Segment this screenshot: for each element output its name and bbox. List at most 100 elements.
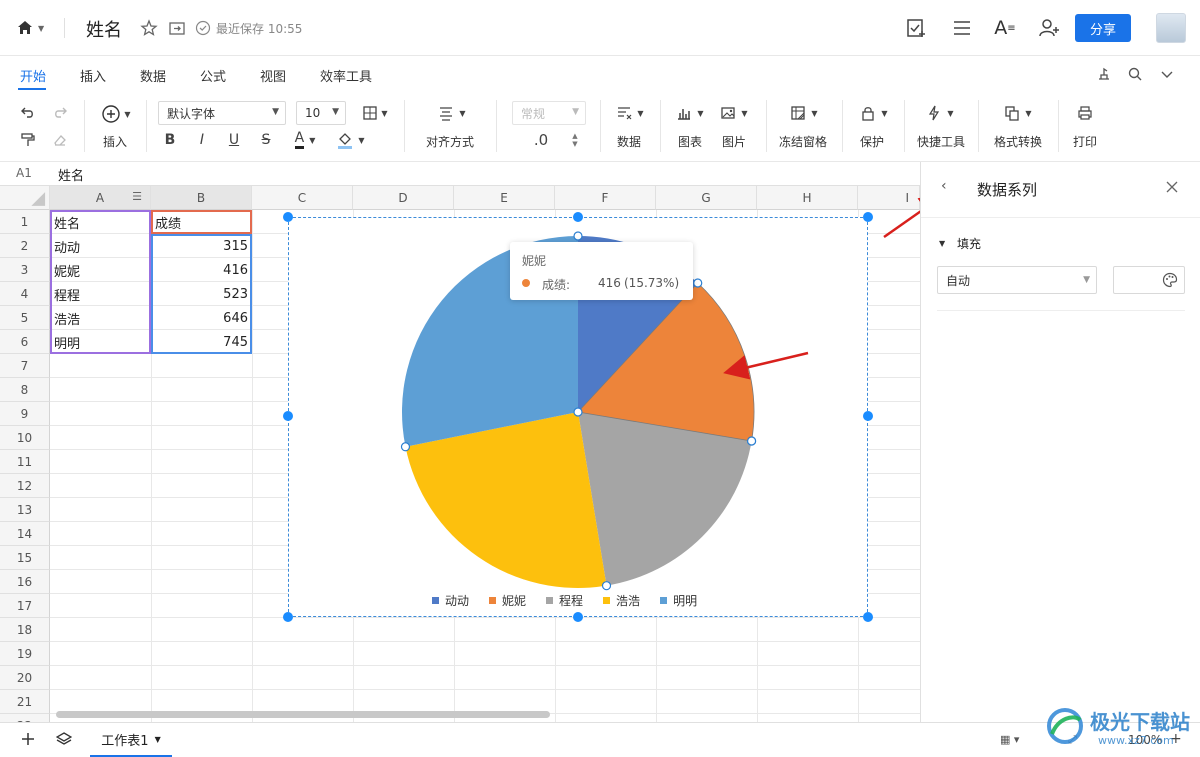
star-icon[interactable] <box>139 18 159 38</box>
horizontal-scrollbar[interactable] <box>56 711 550 718</box>
column-header-i[interactable]: I <box>858 186 920 210</box>
row-header[interactable]: 17 <box>0 594 50 618</box>
legend-item[interactable]: 明明 <box>673 592 697 609</box>
quick-tools-button[interactable]: ▼ <box>922 102 958 124</box>
row-header[interactable]: 16 <box>0 570 50 594</box>
protect-button[interactable]: ▼ <box>856 102 892 124</box>
tab-view[interactable]: 视图 <box>260 66 286 85</box>
column-header-b[interactable]: B <box>151 186 252 210</box>
redo-icon[interactable] <box>50 102 70 122</box>
underline-button[interactable]: U <box>224 130 244 150</box>
legend-item[interactable]: 动动 <box>445 592 469 609</box>
resize-handle[interactable] <box>283 411 293 421</box>
print-button[interactable] <box>1074 102 1096 124</box>
slice-point-handle[interactable] <box>573 407 583 417</box>
select-all-corner[interactable] <box>0 186 50 210</box>
column-header-f[interactable]: F <box>555 186 656 210</box>
row-header[interactable]: 4 <box>0 282 50 306</box>
font-color-button[interactable]: A ▼ <box>288 128 322 152</box>
row-header[interactable]: 15 <box>0 546 50 570</box>
slice-point-handle[interactable] <box>400 442 411 452</box>
move-to-folder-icon[interactable] <box>167 18 187 38</box>
fill-color-button[interactable]: ▼ <box>334 128 368 152</box>
text-format-icon[interactable]: A ≡ <box>992 16 1018 40</box>
layers-icon[interactable] <box>55 731 73 750</box>
row-header[interactable]: 13 <box>0 498 50 522</box>
row-header[interactable]: 1 <box>0 210 50 234</box>
format-brush-icon[interactable] <box>18 130 38 150</box>
column-header-d[interactable]: D <box>353 186 454 210</box>
caret-down-icon[interactable]: ▼ <box>939 239 945 248</box>
resize-handle[interactable] <box>863 612 873 622</box>
doc-title[interactable]: 姓名 <box>86 16 122 42</box>
border-button[interactable]: ▼ <box>358 102 392 124</box>
legend-item[interactable]: 妮妮 <box>502 592 526 609</box>
resize-handle[interactable] <box>573 212 583 222</box>
row-header[interactable]: 7 <box>0 354 50 378</box>
resize-handle[interactable] <box>283 212 293 222</box>
tab-data[interactable]: 数据 <box>140 66 166 85</box>
italic-button[interactable]: I <box>192 130 212 150</box>
fill-section-title[interactable]: 填充 <box>957 235 981 252</box>
font-size-select[interactable]: 10 ▼ <box>296 101 346 125</box>
row-header[interactable]: 19 <box>0 642 50 666</box>
row-header[interactable]: 3 <box>0 258 50 282</box>
font-family-select[interactable]: 默认字体 ▼ <box>158 101 286 125</box>
add-to-task-icon[interactable] <box>904 16 928 40</box>
column-header-g[interactable]: G <box>656 186 757 210</box>
column-header-a[interactable]: A ☰ <box>50 186 151 210</box>
resize-handle[interactable] <box>863 212 873 222</box>
sheet-tab[interactable]: 工作表1 ▼ <box>90 723 172 757</box>
tab-start[interactable]: 开始 <box>20 66 46 85</box>
row-header[interactable]: 6 <box>0 330 50 354</box>
menu-icon[interactable] <box>950 16 974 40</box>
collapse-ribbon-icon[interactable] <box>1157 64 1177 84</box>
row-header[interactable]: 12 <box>0 474 50 498</box>
row-header[interactable]: 2 <box>0 234 50 258</box>
fill-mode-select[interactable]: 自动 ▼ <box>937 266 1097 294</box>
cell-reference[interactable]: A1 <box>16 166 32 180</box>
column-header-e[interactable]: E <box>454 186 555 210</box>
clear-format-icon[interactable] <box>50 130 70 150</box>
add-sheet-icon[interactable] <box>20 731 36 750</box>
format-convert-button[interactable]: ▼ <box>1000 102 1036 124</box>
resize-handle[interactable] <box>863 411 873 421</box>
add-collaborator-icon[interactable] <box>1037 16 1061 40</box>
avatar[interactable] <box>1156 13 1186 43</box>
legend-item[interactable]: 程程 <box>559 592 583 609</box>
home-button[interactable]: ▼ <box>16 17 52 39</box>
back-chevron-icon[interactable]: ‹ <box>941 178 947 194</box>
resize-handle[interactable] <box>573 612 583 622</box>
row-header[interactable]: 20 <box>0 666 50 690</box>
legend-item[interactable]: 浩浩 <box>616 592 640 609</box>
row-header[interactable]: 14 <box>0 522 50 546</box>
row-header[interactable]: 9 <box>0 402 50 426</box>
number-format-select[interactable]: 常规 ▼ <box>512 101 586 125</box>
data-button[interactable]: ▼ <box>612 102 648 124</box>
close-icon[interactable] <box>1165 180 1179 197</box>
picture-button[interactable]: ▼ <box>716 102 752 124</box>
column-header-c[interactable]: C <box>252 186 353 210</box>
share-button[interactable]: 分享 <box>1075 14 1131 42</box>
formula-value[interactable]: 姓名 <box>58 165 84 184</box>
tab-formula[interactable]: 公式 <box>200 66 226 85</box>
slice-point-handle[interactable] <box>601 581 612 591</box>
resize-handle[interactable] <box>283 612 293 622</box>
format-painter-icon[interactable] <box>1094 64 1114 84</box>
pie-slice-3[interactable] <box>578 412 752 586</box>
chart-button[interactable]: ▼ <box>672 102 708 124</box>
slice-point-handle[interactable] <box>746 436 757 446</box>
row-header[interactable]: 10 <box>0 426 50 450</box>
color-picker-button[interactable] <box>1113 266 1185 294</box>
align-button[interactable]: ▼ <box>434 102 470 124</box>
row-header[interactable]: 8 <box>0 378 50 402</box>
view-mode-icon[interactable]: ▦ ▾ <box>1000 733 1019 746</box>
slice-point-handle[interactable] <box>573 231 583 241</box>
row-header[interactable]: 22 <box>0 714 50 722</box>
row-header[interactable]: 5 <box>0 306 50 330</box>
row-header[interactable]: 18 <box>0 618 50 642</box>
freeze-panes-button[interactable]: ▼ <box>786 102 822 124</box>
insert-button[interactable]: ▼ <box>98 102 134 126</box>
bold-button[interactable]: B <box>160 130 180 150</box>
row-header[interactable]: 11 <box>0 450 50 474</box>
